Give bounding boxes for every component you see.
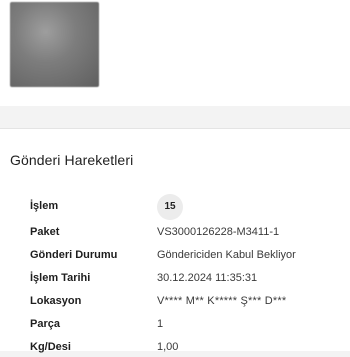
detail-label: İşlem bbox=[30, 200, 59, 212]
detail-row-paket: Paket VS3000126228-M3411-1 bbox=[0, 222, 350, 242]
detail-row-gonderi-durumu: Gönderi Durumu Göndericiden Kabul Bekliy… bbox=[0, 245, 350, 265]
detail-value: VS3000126228-M3411-1 bbox=[157, 226, 280, 238]
islem-count-badge: 15 bbox=[157, 194, 183, 220]
detail-row-parca: Parça 1 bbox=[0, 314, 350, 334]
card-gap bbox=[0, 106, 350, 128]
detail-label: Parça bbox=[30, 318, 60, 330]
detail-label: İşlem Tarihi bbox=[30, 272, 91, 284]
detail-row-islem: İşlem 15 bbox=[0, 194, 350, 220]
detail-row-islem-tarihi: İşlem Tarihi 30.12.2024 11:35:31 bbox=[0, 268, 350, 288]
section-title: Gönderi Hareketleri bbox=[10, 152, 134, 168]
detail-label: Gönderi Durumu bbox=[30, 249, 118, 261]
shipment-movements-card: Gönderi Hareketleri İşlem 15 Paket VS300… bbox=[0, 128, 350, 353]
detail-value: 1,00 bbox=[157, 341, 179, 353]
detail-row-lokasyon: Lokasyon V**** M** K***** Ş*** D*** bbox=[0, 291, 350, 311]
detail-label: Kg/Desi bbox=[30, 341, 71, 353]
detail-label: Paket bbox=[30, 226, 60, 238]
detail-value: V**** M** K***** Ş*** D*** bbox=[157, 295, 287, 307]
detail-value: Göndericiden Kabul Bekliyor bbox=[157, 249, 296, 261]
previous-card bbox=[0, 0, 350, 107]
detail-row-kg-desi: Kg/Desi 1,00 bbox=[0, 337, 350, 357]
detail-label: Lokasyon bbox=[30, 295, 82, 307]
detail-value: 1 bbox=[157, 318, 164, 330]
package-thumbnail-image bbox=[10, 2, 99, 87]
detail-value: 30.12.2024 11:35:31 bbox=[157, 272, 258, 284]
